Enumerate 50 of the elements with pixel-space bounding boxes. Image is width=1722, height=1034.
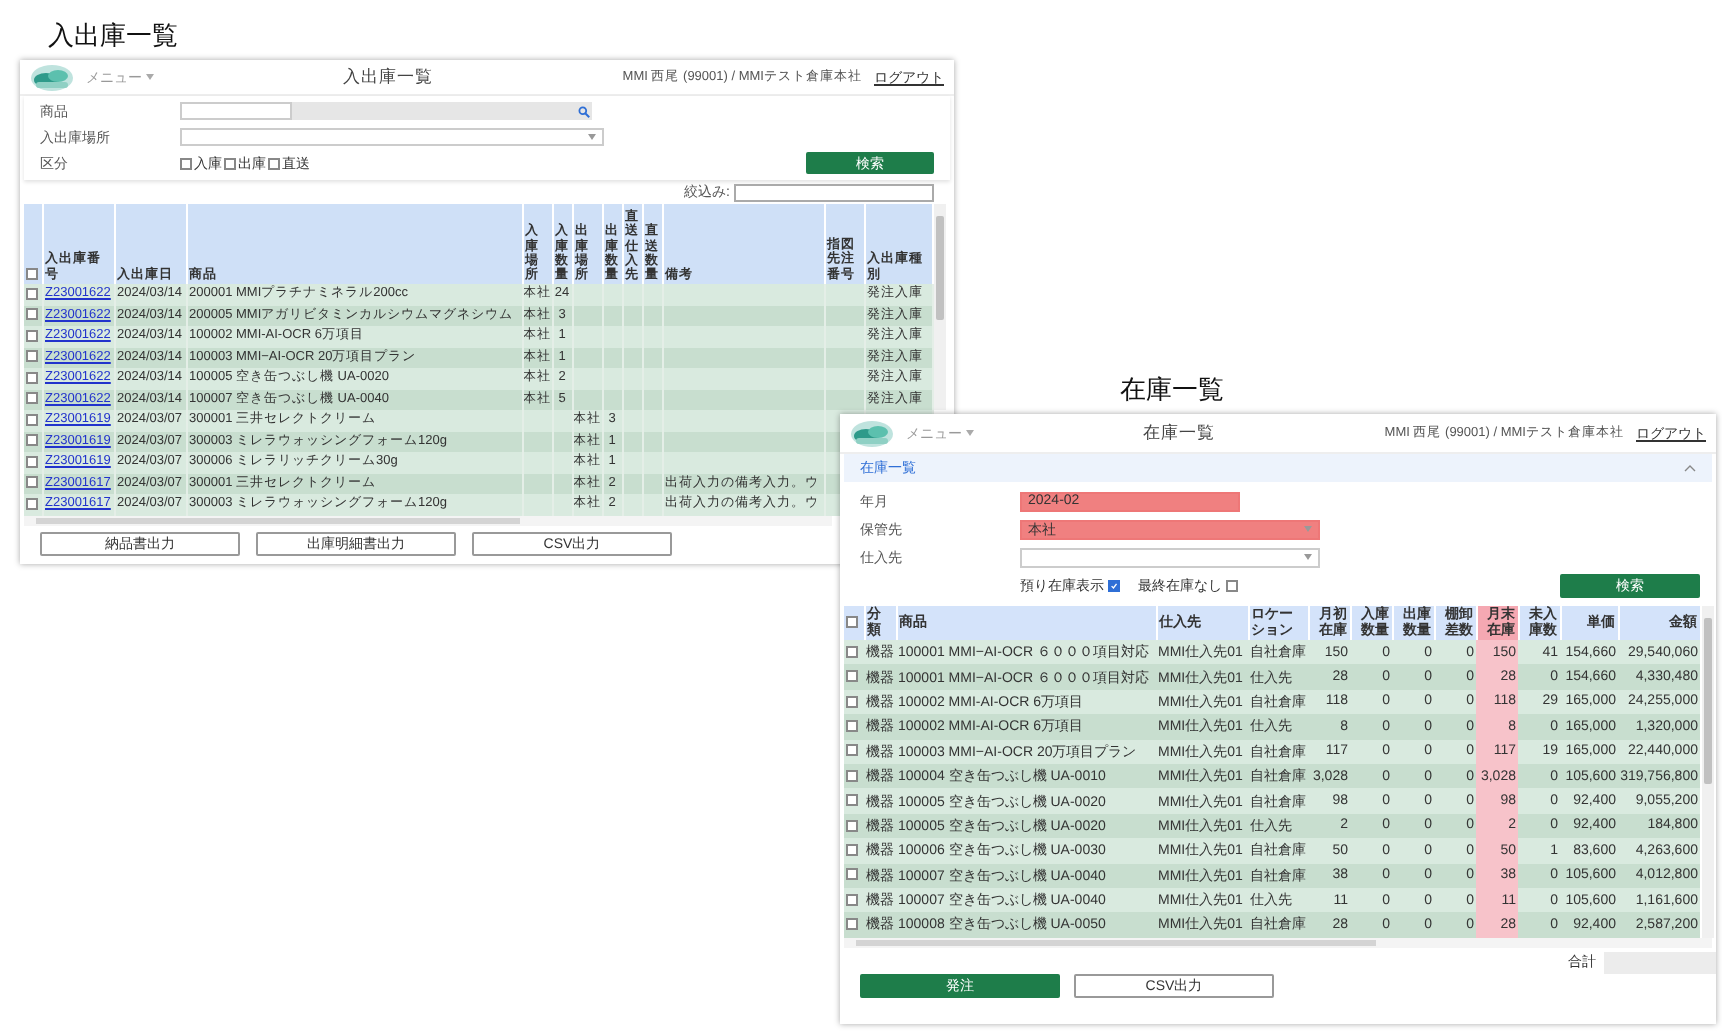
checkbox[interactable] <box>26 308 38 321</box>
checkbox[interactable] <box>26 350 38 363</box>
checkbox[interactable] <box>26 392 38 405</box>
scrollbar[interactable] <box>844 937 1712 948</box>
checkbox[interactable] <box>1226 579 1238 591</box>
checkbox[interactable] <box>846 843 858 856</box>
logo-icon <box>850 419 894 447</box>
checkbox[interactable] <box>846 819 858 832</box>
checkbox[interactable] <box>846 769 858 782</box>
checkbox[interactable] <box>26 476 38 489</box>
checkbox[interactable] <box>846 670 858 683</box>
checkbox[interactable] <box>26 267 38 280</box>
search-icon[interactable] <box>578 105 590 117</box>
checkbox[interactable] <box>846 794 858 807</box>
screen-caption: 在庫一覧 <box>1120 374 1224 404</box>
checkbox[interactable] <box>26 287 38 300</box>
window-title: 入出庫一覧 <box>341 65 436 89</box>
checkbox[interactable] <box>846 744 858 757</box>
caret-icon <box>1304 554 1312 560</box>
input-field[interactable] <box>180 102 292 120</box>
checkbox[interactable] <box>26 371 38 384</box>
checkbox[interactable] <box>26 434 38 447</box>
checkbox[interactable] <box>846 615 858 628</box>
screen-caption: 入出庫一覧 <box>48 20 178 50</box>
checkbox[interactable] <box>846 893 858 906</box>
checkbox[interactable] <box>846 695 858 708</box>
checkbox[interactable] <box>180 157 192 169</box>
caret-icon <box>1304 526 1312 532</box>
scrollbar[interactable] <box>1701 606 1713 938</box>
checkbox[interactable] <box>846 720 858 733</box>
checkbox[interactable] <box>26 329 38 342</box>
caret-icon <box>966 430 974 436</box>
checkbox[interactable] <box>846 918 858 931</box>
checkbox[interactable] <box>224 157 236 169</box>
window-title: 在庫一覧 <box>1141 421 1218 445</box>
logo-icon <box>30 63 74 91</box>
checkbox[interactable] <box>1108 579 1120 591</box>
checkbox[interactable] <box>846 868 858 881</box>
caret-icon <box>588 134 596 140</box>
checkbox[interactable] <box>268 157 280 169</box>
checkbox[interactable] <box>26 455 38 468</box>
checkbox[interactable] <box>26 497 38 510</box>
chevron-up-icon[interactable] <box>1684 464 1696 472</box>
caret-icon <box>146 74 154 80</box>
scrollbar[interactable] <box>24 515 832 525</box>
filter-field[interactable] <box>734 183 934 201</box>
input-field[interactable] <box>292 102 592 120</box>
total-field <box>1604 951 1716 974</box>
checkbox[interactable] <box>26 413 38 426</box>
checkbox[interactable] <box>846 645 858 658</box>
